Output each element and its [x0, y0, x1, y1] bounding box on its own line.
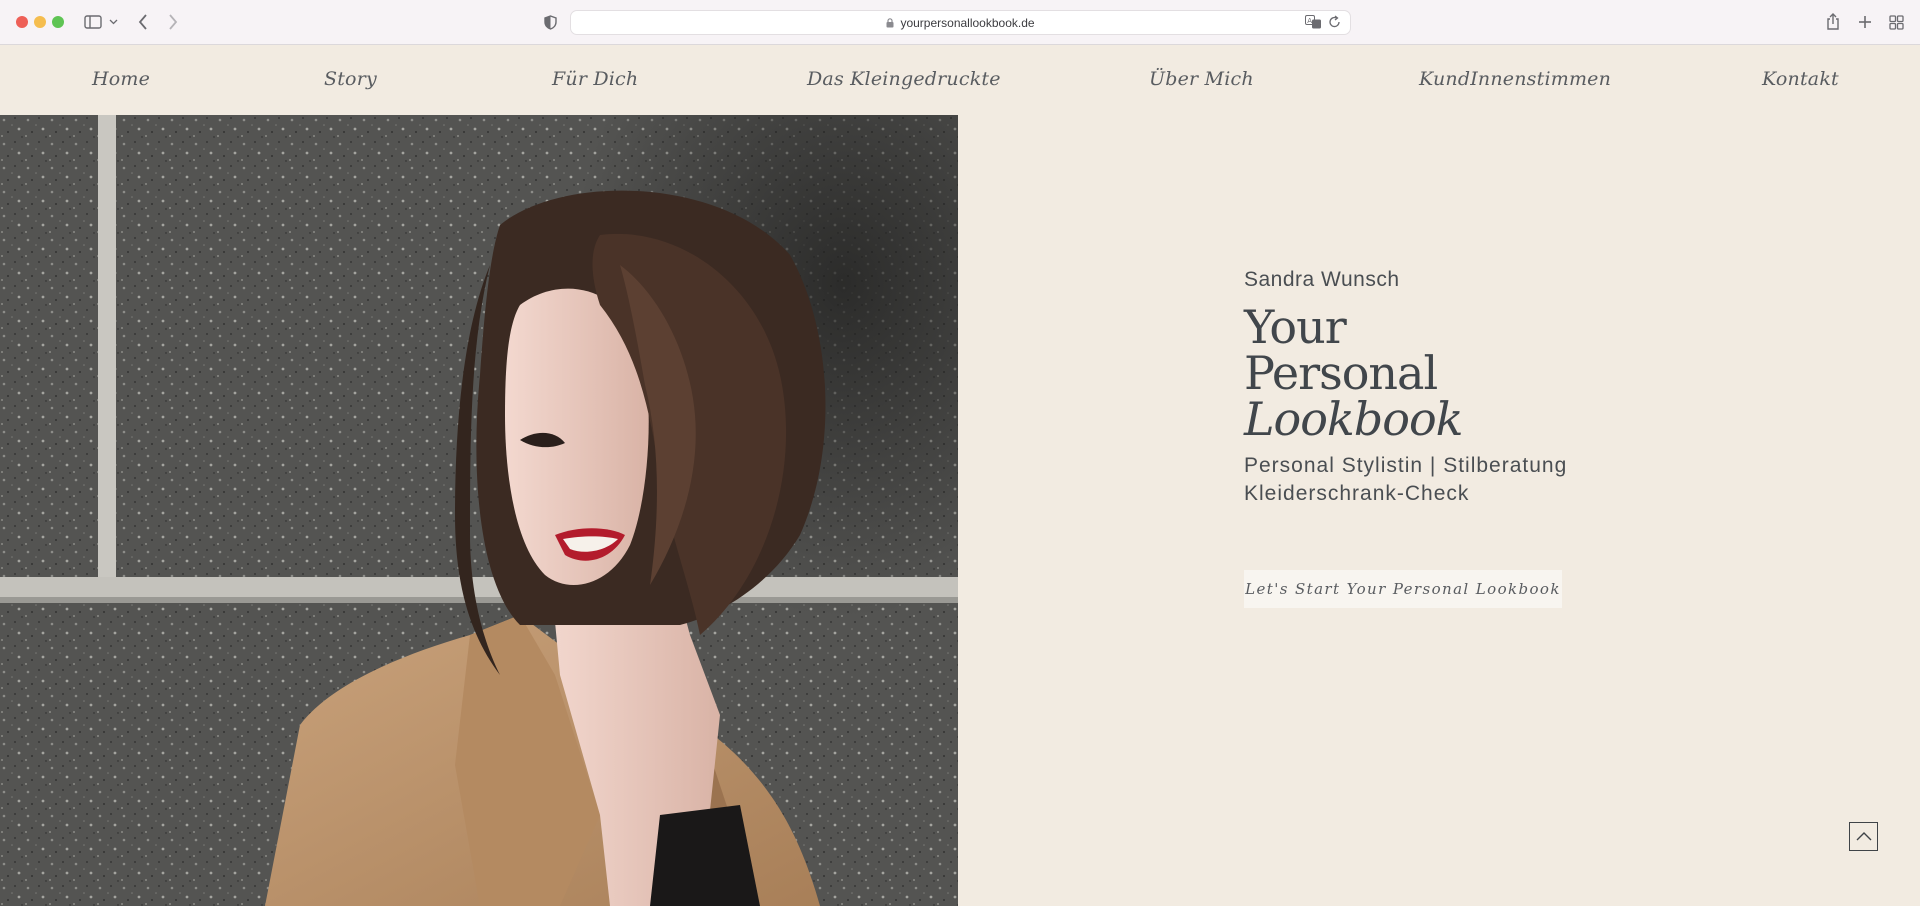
- forward-icon[interactable]: [164, 10, 182, 34]
- translate-icon[interactable]: A: [1305, 15, 1322, 34]
- minimize-window-button[interactable]: [34, 16, 46, 28]
- nav-item-home[interactable]: Home: [92, 68, 150, 90]
- hero-text-block: Sandra Wunsch Your Personal Lookbook Per…: [1244, 268, 1664, 508]
- hero-subtitle-line-2: Kleiderschrank-Check: [1244, 482, 1470, 505]
- hero-title-line-2: Personal: [1244, 346, 1438, 400]
- scroll-to-top-button[interactable]: [1849, 822, 1878, 851]
- browser-toolbar: yourpersonallookbook.de A: [0, 0, 1920, 45]
- nav-item-kundinnenstimmen[interactable]: KundInnenstimmen: [1419, 68, 1611, 90]
- site-navigation: Home Story Für Dich Das Kleingedruckte Ü…: [0, 46, 1920, 115]
- plus-icon[interactable]: [1855, 10, 1875, 34]
- start-lookbook-button[interactable]: Let's Start Your Personal Lookbook: [1244, 570, 1562, 608]
- hero-name: Sandra Wunsch: [1244, 268, 1400, 291]
- hero-subtitle: Personal Stylistin | Stilberatung Kleide…: [1244, 452, 1664, 508]
- nav-item-das-kleingedruckte[interactable]: Das Kleingedruckte: [807, 68, 1001, 90]
- back-icon[interactable]: [134, 10, 152, 34]
- svg-text:A: A: [1307, 17, 1312, 25]
- hero-title: Your Personal Lookbook: [1244, 304, 1664, 442]
- sidebar-icon[interactable]: [82, 10, 104, 34]
- chevron-up-icon: [1856, 829, 1872, 844]
- share-icon[interactable]: [1823, 10, 1843, 34]
- reload-icon[interactable]: [1328, 15, 1341, 34]
- chevron-down-icon[interactable]: [106, 10, 120, 34]
- nav-item-ueber-mich[interactable]: Über Mich: [1149, 68, 1254, 90]
- tabs-icon[interactable]: [1886, 10, 1906, 34]
- address-bar[interactable]: yourpersonallookbook.de A: [570, 10, 1351, 35]
- hero-portrait-photo: [0, 115, 958, 906]
- url-text: yourpersonallookbook.de: [900, 15, 1035, 30]
- hero-subtitle-line-1: Personal Stylistin | Stilberatung: [1244, 454, 1568, 477]
- zoom-window-button[interactable]: [52, 16, 64, 28]
- shield-icon[interactable]: [540, 10, 560, 34]
- nav-item-story[interactable]: Story: [324, 68, 377, 90]
- hero-title-line-1: Your: [1244, 300, 1347, 354]
- nav-item-fuer-dich[interactable]: Für Dich: [552, 68, 638, 90]
- lock-icon: [886, 17, 894, 28]
- hero-title-line-3: Lookbook: [1244, 392, 1464, 446]
- close-window-button[interactable]: [16, 16, 28, 28]
- nav-item-kontakt[interactable]: Kontakt: [1762, 68, 1839, 90]
